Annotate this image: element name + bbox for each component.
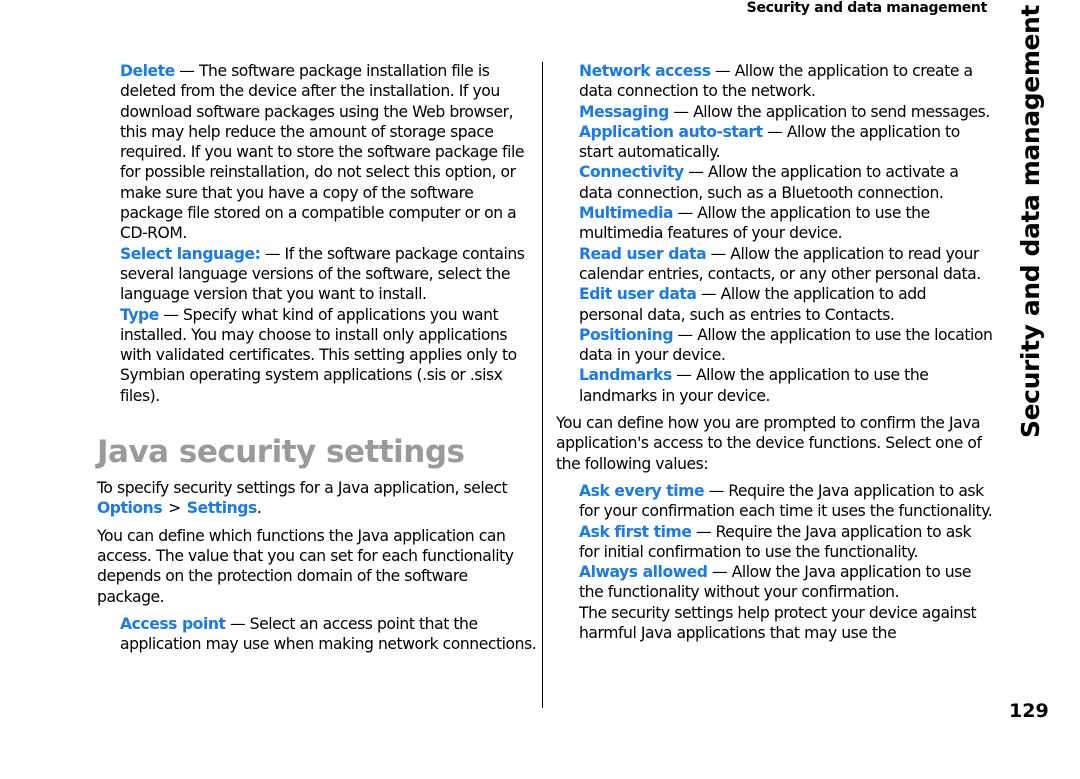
access-point-option: Access point — Select an access point th…: [97, 614, 537, 655]
function-term: Messaging: [579, 102, 669, 121]
function-item: Positioning — Allow the application to u…: [579, 325, 994, 366]
option-term: Type: [120, 305, 159, 324]
section-heading: Java security settings: [97, 434, 465, 471]
option-term: Delete: [120, 62, 175, 80]
install-options-list: Delete — The software package installati…: [97, 61, 537, 406]
function-desc: — Allow the application to send messages…: [668, 102, 990, 121]
value-term: Ask first time: [579, 522, 692, 541]
function-item: Network access — Allow the application t…: [579, 61, 994, 102]
function-item: Multimedia — Allow the application to us…: [579, 203, 994, 244]
value-item: Ask every time — Require the Java applic…: [579, 481, 994, 522]
chapter-side-title: Security and data management: [1016, 5, 1045, 438]
value-term: Always allowed: [579, 563, 708, 582]
prompt-paragraph: You can define how you are prompted to c…: [556, 414, 982, 473]
option-term: Access point: [120, 614, 226, 633]
function-item: Application auto-start — Allow the appli…: [579, 122, 994, 163]
intro-paragraph: To specify security settings for a Java …: [97, 478, 537, 519]
function-term: Connectivity: [579, 163, 684, 182]
option-delete: Delete — The software package installati…: [120, 61, 537, 244]
option-desc: — The software package installation file…: [120, 62, 524, 243]
function-term: Network access: [579, 62, 711, 80]
functions-list: Network access — Allow the application t…: [556, 61, 994, 406]
option-term: Select language:: [120, 244, 261, 263]
function-term: Read user data: [579, 244, 707, 263]
menu-separator: >: [168, 499, 181, 518]
function-term: Positioning: [579, 325, 674, 344]
running-header: Security and data management: [746, 0, 988, 16]
function-item: Landmarks — Allow the application to use…: [579, 365, 994, 406]
function-term: Landmarks: [579, 366, 672, 385]
menu-options: Options: [97, 499, 163, 518]
function-item: Messaging — Allow the application to sen…: [579, 102, 994, 122]
functions-paragraph: You can define which functions the Java …: [97, 526, 514, 606]
function-term: Multimedia: [579, 204, 674, 223]
function-item: Connectivity — Allow the application to …: [579, 162, 994, 203]
closing-text: The security settings help protect your …: [579, 603, 977, 643]
function-term: Edit user data: [579, 285, 697, 304]
menu-end: .: [256, 499, 262, 518]
menu-path: Options > Settings.: [97, 499, 262, 518]
values-list: Ask every time — Require the Java applic…: [556, 481, 994, 643]
page-number: 129: [1009, 700, 1049, 722]
function-term: Application auto-start: [579, 122, 763, 141]
function-item: Edit user data — Allow the application t…: [579, 284, 994, 325]
intro-text: To specify security settings for a Java …: [97, 479, 508, 498]
menu-settings: Settings: [186, 499, 257, 518]
option-select-language: Select language: — If the software packa…: [120, 244, 537, 305]
right-column: Network access — Allow the application t…: [556, 61, 994, 643]
value-term: Ask every time: [579, 481, 705, 500]
function-item: Read user data — Allow the application t…: [579, 244, 994, 285]
left-column: Delete — The software package installati…: [97, 61, 537, 654]
option-desc: — Specify what kind of applications you …: [120, 305, 517, 405]
value-item: Ask first time — Require the Java applic…: [579, 522, 994, 563]
option-type: Type — Specify what kind of applications…: [120, 305, 537, 406]
column-divider: [542, 62, 543, 708]
value-item: Always allowed — Allow the Java applicat…: [579, 562, 994, 603]
